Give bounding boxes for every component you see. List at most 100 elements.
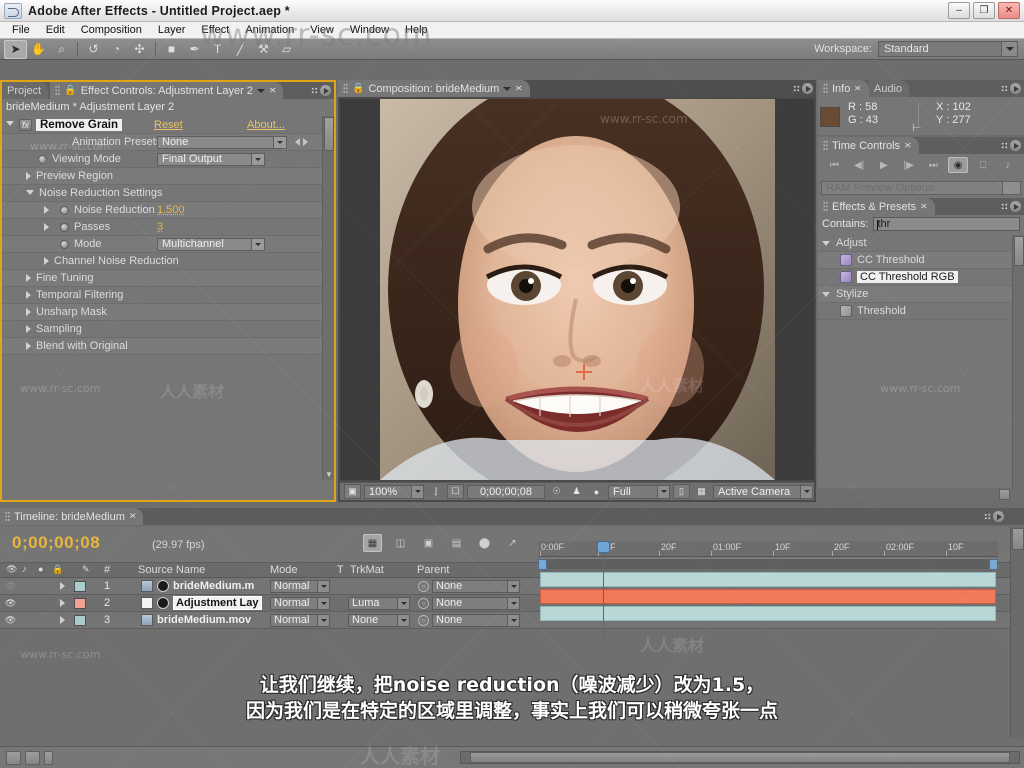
- menu-item-view[interactable]: View: [303, 23, 341, 37]
- chevron-down-icon[interactable]: [26, 190, 34, 199]
- last-frame-button[interactable]: ⏭: [923, 157, 943, 173]
- effects-presets-scrollbar[interactable]: [1012, 235, 1024, 502]
- camera-tool-icon[interactable]: ◔: [105, 40, 128, 59]
- ram-preview-options-button[interactable]: [1002, 182, 1020, 194]
- layer-visibility-icon[interactable]: 👁: [4, 614, 17, 627]
- pen-tool-icon[interactable]: ✒: [183, 40, 206, 59]
- loop-button[interactable]: ⎕: [973, 157, 993, 173]
- viewing-mode-select[interactable]: Final Output: [157, 153, 265, 166]
- layer-parent-select[interactable]: None: [432, 614, 520, 627]
- selection-tool-icon[interactable]: ➤: [4, 40, 27, 59]
- panel-menu-button[interactable]: [999, 200, 1021, 213]
- contains-input[interactable]: thr: [873, 217, 1020, 231]
- noise-reduction-value[interactable]: 1.500: [157, 204, 185, 216]
- always-preview-icon[interactable]: ▣: [344, 484, 361, 499]
- chevron-right-icon[interactable]: [26, 325, 31, 333]
- menu-item-edit[interactable]: Edit: [39, 23, 72, 37]
- show-snapshot-icon[interactable]: ♟: [568, 484, 585, 499]
- row-sampling[interactable]: Sampling: [2, 321, 334, 338]
- menu-item-help[interactable]: Help: [398, 23, 435, 37]
- chevron-right-icon[interactable]: [60, 582, 65, 590]
- row-preview-region[interactable]: Preview Region: [2, 168, 334, 185]
- layer-parent-select[interactable]: None: [432, 597, 520, 610]
- shape-tool-icon[interactable]: ■: [160, 40, 183, 59]
- preset-item-threshold[interactable]: Threshold: [818, 303, 1024, 320]
- chevron-right-icon[interactable]: [60, 616, 65, 624]
- clone-stamp-tool-icon[interactable]: ⚒: [252, 40, 275, 59]
- close-button[interactable]: ✕: [998, 2, 1020, 19]
- timeline-horizontal-scrollbar[interactable]: [460, 751, 1020, 764]
- pan-behind-tool-icon[interactable]: ✣: [128, 40, 151, 59]
- scrollbar-thumb[interactable]: [324, 117, 334, 151]
- first-frame-button[interactable]: ⏮: [824, 157, 844, 173]
- motion-blur-icon[interactable]: ▤: [447, 534, 466, 552]
- row-channel-noise-reduction[interactable]: Channel Noise Reduction: [2, 253, 334, 270]
- workspace-select[interactable]: Standard: [878, 41, 1018, 57]
- menu-item-file[interactable]: File: [5, 23, 37, 37]
- next-preset-icon[interactable]: [303, 138, 308, 146]
- scrollbar-thumb[interactable]: [470, 752, 1010, 763]
- mode-select[interactable]: Multichannel: [157, 238, 265, 251]
- menu-item-layer[interactable]: Layer: [151, 23, 193, 37]
- animation-presets-select[interactable]: None: [157, 136, 287, 149]
- preset-group-stylize[interactable]: Stylize: [818, 286, 1024, 303]
- parent-pickwhip-icon[interactable]: ○: [418, 598, 429, 609]
- tab-audio[interactable]: Audio: [869, 80, 909, 97]
- zoom-level-select[interactable]: 100%: [364, 485, 424, 499]
- hide-shy-layers-icon[interactable]: ◫: [391, 534, 410, 552]
- chevron-right-icon[interactable]: [26, 342, 31, 350]
- panel-menu-button[interactable]: [999, 82, 1021, 95]
- row-blend-with-original[interactable]: Blend with Original: [2, 338, 334, 355]
- chevron-right-icon[interactable]: [44, 257, 49, 265]
- toggle-switches-modes-icon[interactable]: [6, 751, 21, 765]
- stopwatch-icon[interactable]: [60, 223, 69, 232]
- close-icon[interactable]: ✕: [128, 512, 136, 522]
- row-noise-reduction-settings[interactable]: Noise Reduction Settings: [2, 185, 334, 202]
- snapshot-icon[interactable]: ☉: [548, 484, 565, 499]
- enable-frame-blending-icon[interactable]: ▣: [419, 534, 438, 552]
- next-frame-button[interactable]: |▶: [899, 157, 919, 173]
- chevron-right-icon[interactable]: [44, 223, 49, 231]
- chevron-right-icon[interactable]: [26, 172, 31, 180]
- reset-button[interactable]: Reset: [154, 119, 183, 131]
- tab-effect-controls[interactable]: 🔒 Effect Controls: Adjustment Layer 2 ✕: [50, 82, 283, 99]
- preset-group-adjust[interactable]: Adjust: [818, 235, 1024, 252]
- scroll-down-icon[interactable]: ▼: [323, 468, 334, 480]
- layer-source-name[interactable]: Adjustment Lay: [173, 596, 262, 610]
- layer-source-name[interactable]: brideMedium.m: [173, 580, 254, 592]
- chevron-right-icon[interactable]: [26, 274, 31, 282]
- panel-menu-button[interactable]: [999, 139, 1021, 152]
- restore-button[interactable]: ❐: [973, 2, 995, 19]
- row-fine-tuning[interactable]: Fine Tuning: [2, 270, 334, 287]
- lock-icon[interactable]: 🔒: [352, 83, 364, 94]
- layer-label-color[interactable]: [74, 581, 86, 592]
- audio-toggle-button[interactable]: ♪: [998, 157, 1018, 173]
- chevron-right-icon[interactable]: [44, 206, 49, 214]
- tab-time-controls[interactable]: Time Controls ✕: [818, 137, 919, 154]
- stopwatch-icon[interactable]: [60, 206, 69, 215]
- draft-3d-icon[interactable]: ▦: [363, 534, 382, 552]
- layer-mode-select[interactable]: Normal: [270, 614, 330, 627]
- effects-presets-list[interactable]: Adjust CC Threshold CC Threshold RGB Sty…: [818, 235, 1024, 502]
- layer-label-color[interactable]: [74, 615, 86, 626]
- layer-parent-select[interactable]: None: [432, 580, 520, 593]
- effect-row-remove-grain[interactable]: fx Remove Grain Reset About...: [2, 116, 334, 134]
- layer-mode-select[interactable]: Normal: [270, 597, 330, 610]
- layer-label-color[interactable]: [74, 598, 86, 609]
- layer-bar-3[interactable]: [540, 606, 996, 621]
- chevron-right-icon[interactable]: [26, 291, 31, 299]
- composition-viewer[interactable]: [340, 99, 814, 480]
- layer-trkmat-select[interactable]: Luma: [348, 597, 410, 610]
- tab-timeline[interactable]: Timeline: brideMedium ✕: [0, 508, 143, 525]
- ram-preview-options[interactable]: RAM Preview Options: [821, 181, 1021, 195]
- chevron-down-icon[interactable]: [6, 121, 14, 130]
- chevron-right-icon[interactable]: [26, 308, 31, 316]
- resolution-select[interactable]: Full: [608, 485, 670, 499]
- passes-value[interactable]: 3: [157, 221, 163, 233]
- menu-item-window[interactable]: Window: [343, 23, 396, 37]
- camera-view-select[interactable]: Active Camera: [713, 485, 813, 499]
- work-area-end-handle[interactable]: [989, 559, 998, 570]
- close-icon[interactable]: ✕: [920, 202, 928, 212]
- layer-bar-2[interactable]: [540, 589, 996, 604]
- layer-trkmat-select[interactable]: None: [348, 614, 410, 627]
